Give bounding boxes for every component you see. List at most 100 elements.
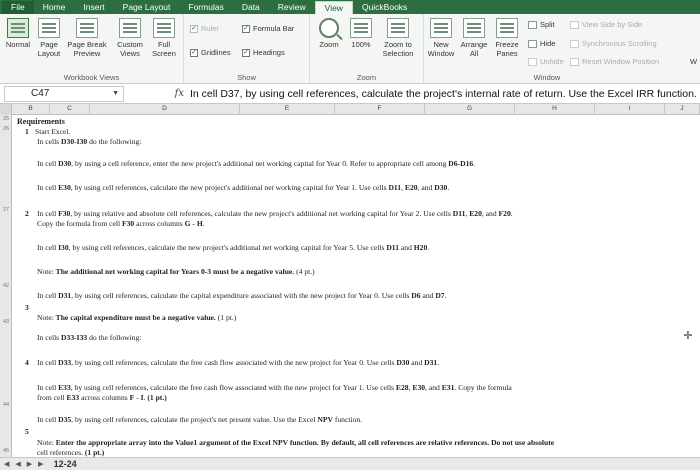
cell-reference: D6-D16: [448, 159, 474, 168]
cell-reference: D31: [424, 358, 438, 367]
row-headers: 25 26 27 42 43 44 45: [0, 115, 12, 457]
first-sheet-icon[interactable]: ◀: [4, 460, 9, 468]
zoom-100-button[interactable]: 100%: [348, 18, 374, 49]
cell-reference: The capital expenditure must be a negati…: [53, 313, 218, 322]
insert-function-icon[interactable]: fx: [124, 88, 190, 99]
cell-reference: H20: [413, 243, 428, 252]
instruction-text: Note:: [37, 267, 54, 276]
instruction-text: , by using cell references, calculate th…: [71, 415, 318, 424]
column-header-h[interactable]: H: [515, 104, 595, 115]
side-by-side-icon: [570, 20, 579, 29]
page-break-icon: [76, 18, 98, 38]
requirement-line: Note: The additional net working capital…: [37, 267, 315, 276]
cell-reference: E33: [66, 393, 80, 402]
instruction-text: Copy the formula from cell: [37, 219, 122, 228]
zoom-button[interactable]: Zoom: [314, 18, 344, 49]
requirement-line: In cells D33-I33 do the following:: [37, 333, 141, 342]
row-header[interactable]: 42: [0, 283, 12, 289]
tab-page-layout[interactable]: Page Layout: [114, 1, 180, 14]
freeze-panes-button[interactable]: Freeze Panes: [492, 18, 522, 58]
cell-reference: D30: [396, 358, 410, 367]
row-header[interactable]: 45: [0, 448, 12, 454]
row-header[interactable]: 27: [0, 207, 12, 213]
instruction-text: do the following:: [87, 137, 142, 146]
column-header-f[interactable]: F: [335, 104, 425, 115]
full-screen-button[interactable]: Full Screen: [148, 18, 180, 58]
select-all-corner[interactable]: [0, 104, 12, 115]
row-header[interactable]: 25: [0, 116, 12, 122]
requirement-line: In cell F30, by using relative and absol…: [37, 209, 513, 218]
freeze-panes-icon: [496, 18, 518, 38]
instruction-text: , by using cell references, calculate th…: [70, 383, 396, 392]
column-header-g[interactable]: G: [425, 104, 515, 115]
formula-bar-checkbox[interactable]: ✓ Formula Bar: [242, 24, 294, 33]
reset-window-position-button[interactable]: Reset Window Position: [570, 57, 659, 66]
instruction-text: and: [399, 243, 414, 252]
row-header[interactable]: 44: [0, 402, 12, 408]
page-layout-view-button[interactable]: Page Layout: [34, 18, 64, 58]
cell-reference: E28: [395, 383, 409, 392]
prev-sheet-icon[interactable]: ◀: [15, 460, 20, 468]
instruction-text: , and: [425, 383, 442, 392]
tab-quickbooks[interactable]: QuickBooks: [353, 1, 416, 14]
row-header[interactable]: 43: [0, 319, 12, 325]
cell-reference: E31: [441, 383, 455, 392]
hide-button[interactable]: Hide: [528, 39, 555, 48]
column-header-c[interactable]: C: [50, 104, 90, 115]
instruction-text: In cell: [37, 243, 59, 252]
new-window-button[interactable]: New Window: [426, 18, 456, 58]
instruction-text: do the following:: [87, 333, 142, 342]
name-box[interactable]: C47 ▼: [4, 85, 124, 102]
tab-formulas[interactable]: Formulas: [179, 1, 232, 14]
worksheet-grid[interactable]: Requirements 1 Start Excel. In cells D30-I…: [13, 115, 700, 457]
row-header[interactable]: 26: [0, 126, 12, 132]
instruction-text: In cells: [37, 333, 62, 342]
column-header-i[interactable]: I: [595, 104, 665, 115]
column-header-d[interactable]: D: [90, 104, 240, 115]
arrange-all-icon: [463, 18, 485, 38]
tab-file[interactable]: File: [2, 1, 34, 14]
sheet-tab[interactable]: 12-24: [54, 459, 77, 469]
tab-insert[interactable]: Insert: [74, 1, 113, 14]
ribbon: Normal Page Layout Page Break Preview Cu…: [0, 14, 700, 84]
tab-view[interactable]: View: [314, 1, 353, 14]
chevron-down-icon[interactable]: ▼: [112, 87, 119, 101]
switch-windows-button[interactable]: W: [690, 57, 697, 66]
requirement-line: Copy the formula from cell F30 across co…: [37, 219, 205, 228]
split-button[interactable]: Split: [528, 20, 555, 29]
requirement-line: In cell E33, by using cell references, c…: [37, 383, 512, 392]
tab-review[interactable]: Review: [269, 1, 315, 14]
ribbon-tab-bar: File Home Insert Page Layout Formulas Da…: [0, 0, 700, 14]
unhide-button[interactable]: Unhide: [528, 57, 564, 66]
view-side-by-side-button[interactable]: View Side by Side: [570, 20, 642, 29]
instruction-text: across columns: [134, 219, 185, 228]
gridlines-checkbox[interactable]: ✓ Gridlines: [190, 48, 231, 57]
instruction-text: , by using a cell reference, enter the n…: [71, 159, 449, 168]
normal-view-button[interactable]: Normal: [3, 18, 33, 49]
instruction-text: (4 pt.): [296, 267, 315, 276]
column-header-b[interactable]: B: [12, 104, 50, 115]
instruction-text: cell references.: [37, 448, 85, 457]
requirements-heading: Requirements: [17, 117, 65, 126]
instruction-text: , by using cell references, calculate th…: [71, 291, 412, 300]
column-header-e[interactable]: E: [240, 104, 335, 115]
split-icon: [528, 20, 537, 29]
ruler-checkbox[interactable]: ✓ Ruler: [190, 24, 219, 33]
column-header-j[interactable]: J: [665, 104, 700, 115]
zoom-to-selection-button[interactable]: Zoom to Selection: [376, 18, 420, 58]
page-break-preview-button[interactable]: Page Break Preview: [64, 18, 110, 58]
synchronous-scrolling-button[interactable]: Synchronous Scrolling: [570, 39, 657, 48]
instruction-text: .: [510, 209, 513, 218]
magnifier-icon: [319, 18, 339, 38]
headings-checkbox[interactable]: ✓ Headings: [242, 48, 285, 57]
tab-home[interactable]: Home: [34, 1, 75, 14]
last-sheet-icon[interactable]: ▶: [38, 460, 43, 468]
group-show: ✓ Ruler ✓ Formula Bar ✓ Gridlines ✓ Head…: [184, 14, 310, 84]
tab-data[interactable]: Data: [233, 1, 269, 14]
arrange-all-button[interactable]: Arrange All: [458, 18, 490, 58]
normal-view-icon: [7, 18, 29, 38]
custom-views-button[interactable]: Custom Views: [113, 18, 147, 58]
instruction-text: , and: [417, 183, 435, 192]
next-sheet-icon[interactable]: ▶: [27, 460, 32, 468]
formula-input[interactable]: In cell D37, by using cell references, c…: [190, 88, 700, 100]
